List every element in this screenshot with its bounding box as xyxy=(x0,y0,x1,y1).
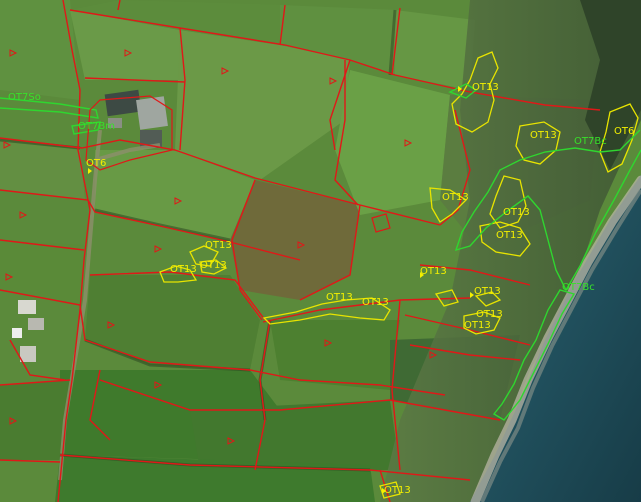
label-ot13-left1: OT13 xyxy=(205,240,232,251)
label-ot13-foot: OT13 xyxy=(384,485,411,496)
label-ot7bc-south: OT7Bc xyxy=(562,282,595,293)
label-ot13-sr2: OT13 xyxy=(476,309,503,320)
label-ot7bm: OT7Bm xyxy=(78,121,115,132)
label-ot13-sr3: OT13 xyxy=(464,320,491,331)
label-ot13-bottom1: OT13 xyxy=(326,292,353,303)
label-ot7-coast: OT7Bc xyxy=(574,136,607,147)
label-ot7so: OT7So xyxy=(8,92,41,103)
label-ot6-east: OT6 xyxy=(614,126,634,137)
label-ot13-bottom2: OT13 xyxy=(362,297,389,308)
label-ot13-ne: OT13 xyxy=(472,82,499,93)
label-ot13-r1: OT13 xyxy=(420,266,447,277)
label-ot13-mid1: OT13 xyxy=(503,207,530,218)
aerial-map-view[interactable]: OT7So OT7Bm OT6 OT13 OT13 OT7Bc OT6 OT13… xyxy=(0,0,641,502)
label-ot13-sr1: OT13 xyxy=(474,286,501,297)
label-ot13-left2: OT13 xyxy=(170,264,197,275)
label-ot13-mid2: OT13 xyxy=(496,230,523,241)
label-ot13-gorse: OT13 xyxy=(442,192,469,203)
label-ot13-east: OT13 xyxy=(530,130,557,141)
map-canvas: OT7So OT7Bm OT6 OT13 OT13 OT7Bc OT6 OT13… xyxy=(0,0,641,502)
label-ot13-center: OT13 xyxy=(200,260,227,271)
label-ot6-west: OT6 xyxy=(86,158,106,169)
